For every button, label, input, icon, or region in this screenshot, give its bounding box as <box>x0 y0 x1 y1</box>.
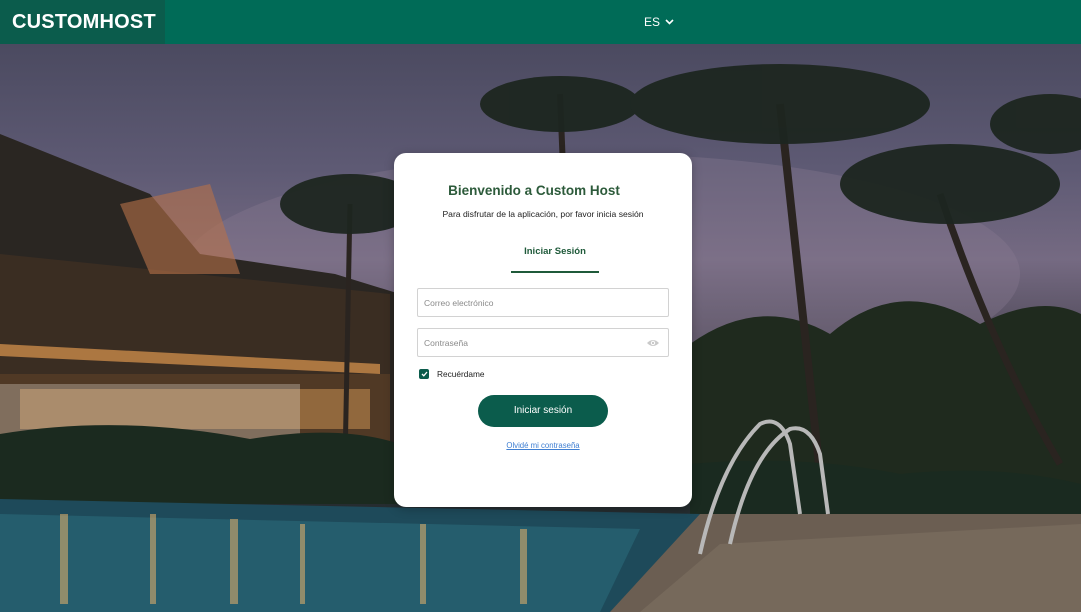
remember-me[interactable]: Recuérdame <box>419 369 485 379</box>
eye-icon[interactable] <box>646 338 660 348</box>
check-icon <box>421 371 427 377</box>
password-field <box>417 328 669 357</box>
tab-active-indicator <box>511 271 599 273</box>
remember-label: Recuérdame <box>437 369 485 379</box>
login-button[interactable]: Iniciar sesión <box>478 395 608 427</box>
chevron-down-icon <box>665 19 674 25</box>
forgot-password-link[interactable]: Olvidé mi contraseña <box>394 441 692 450</box>
email-input[interactable] <box>418 289 668 316</box>
brand-logo[interactable]: CUSTOMHOST <box>0 0 165 44</box>
login-card: Bienvenido a Custom Host Para disfrutar … <box>394 153 692 507</box>
tab-login[interactable]: Iniciar Sesión <box>511 246 599 257</box>
remember-checkbox[interactable] <box>419 369 429 379</box>
language-selector[interactable]: ES <box>644 12 674 32</box>
email-field <box>417 288 669 317</box>
language-label: ES <box>644 15 661 29</box>
welcome-subtitle: Para disfrutar de la aplicación, por fav… <box>442 209 644 219</box>
password-input[interactable] <box>418 329 668 356</box>
top-navbar: CUSTOMHOST ES <box>0 0 1081 44</box>
welcome-title: Bienvenido a Custom Host <box>448 183 620 198</box>
